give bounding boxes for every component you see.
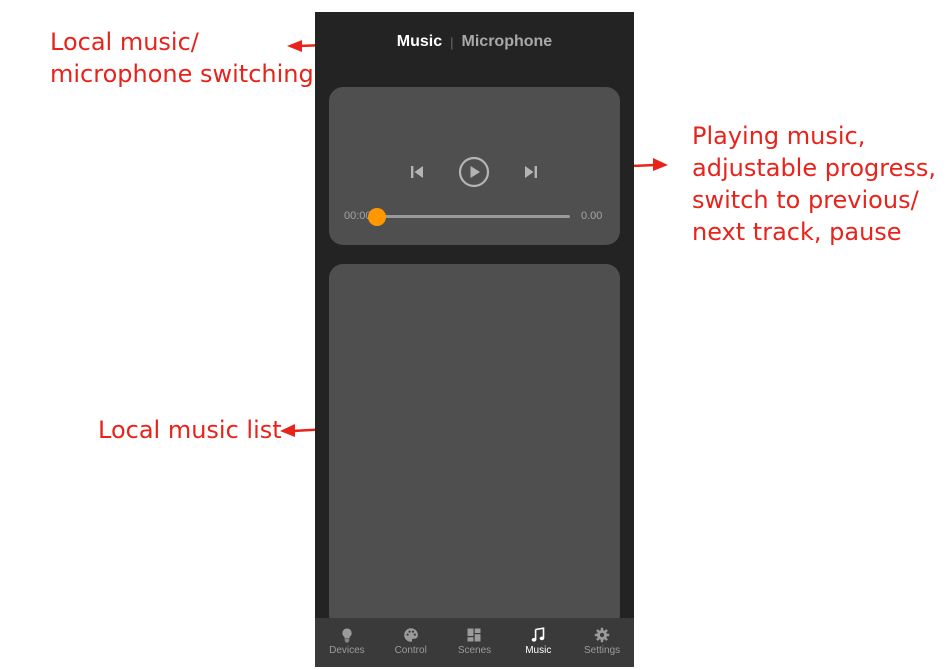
bulb-icon bbox=[342, 628, 352, 643]
progress-thumb[interactable] bbox=[368, 207, 386, 226]
next-track-icon[interactable] bbox=[522, 163, 540, 181]
nav-item-music[interactable]: Music bbox=[506, 618, 570, 667]
palette-icon bbox=[403, 628, 418, 642]
local-music-list[interactable] bbox=[329, 264, 620, 629]
player-card: 00:00 0.00 bbox=[329, 87, 620, 245]
scenes-grid-icon bbox=[467, 628, 481, 642]
nav-label-settings: Settings bbox=[584, 645, 621, 656]
nav-label-music: Music bbox=[525, 645, 552, 656]
nav-label-devices: Devices bbox=[329, 645, 365, 656]
music-note-icon bbox=[531, 627, 545, 642]
play-icon[interactable] bbox=[458, 156, 490, 188]
annotation-list: Local music list bbox=[98, 416, 282, 444]
nav-label-scenes: Scenes bbox=[457, 645, 492, 656]
tab-separator: | bbox=[450, 34, 454, 50]
progress-slider[interactable] bbox=[368, 207, 570, 226]
total-duration: 0.00 bbox=[581, 210, 603, 222]
annotation-switching: Local music/ microphone switching bbox=[50, 28, 314, 88]
annotation-playing: Playing music, adjustable progress, swit… bbox=[692, 122, 936, 246]
nav-item-scenes[interactable]: Scenes bbox=[443, 618, 507, 667]
bottom-navigation: Devices Control Scenes Music Settings bbox=[315, 618, 634, 667]
previous-track-icon[interactable] bbox=[408, 163, 426, 181]
nav-item-control[interactable]: Control bbox=[379, 618, 443, 667]
tab-microphone[interactable]: Microphone bbox=[462, 33, 553, 51]
phone-screen: Music | Microphone 00:00 0.00 Devices Co… bbox=[315, 12, 634, 667]
gear-icon bbox=[594, 627, 610, 643]
tab-music[interactable]: Music bbox=[397, 33, 442, 51]
nav-item-settings[interactable]: Settings bbox=[570, 618, 634, 667]
source-switcher: Music | Microphone bbox=[315, 12, 634, 72]
nav-label-control: Control bbox=[394, 645, 427, 656]
nav-item-devices[interactable]: Devices bbox=[315, 618, 379, 667]
